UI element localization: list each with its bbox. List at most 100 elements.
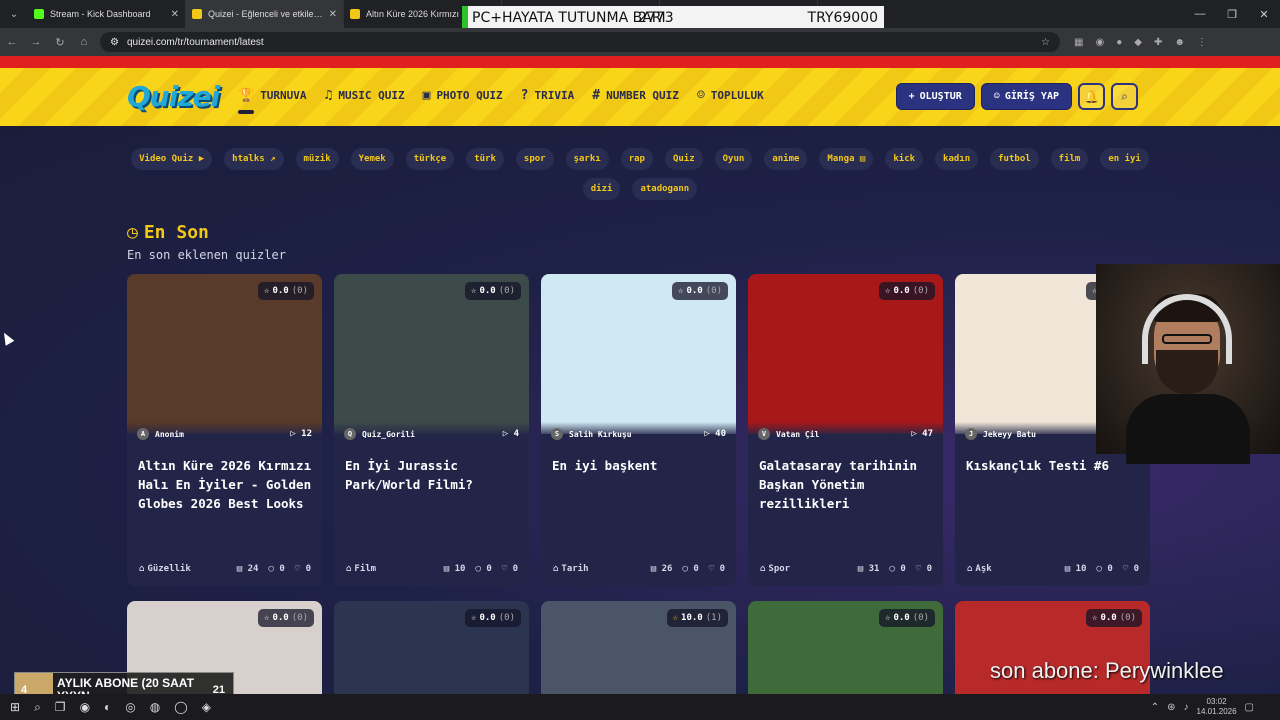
browser-tab[interactable]: Stream - Kick Dashboard ✕ [28, 0, 186, 28]
nav-item-number-quiz[interactable]: # NUMBER QUIZ [592, 88, 679, 103]
extension-icon[interactable]: ◆ [1134, 37, 1142, 48]
nav-item-photo-quiz[interactable]: ▣ PHOTO QUIZ [423, 88, 503, 103]
site-logo[interactable]: Quizei [127, 80, 220, 113]
minimize-icon[interactable]: — [1184, 8, 1216, 21]
search-icon[interactable]: ⌕ [1111, 83, 1138, 110]
tag-chip[interactable]: Manga ▤ [819, 148, 874, 170]
quiz-title[interactable]: Galatasaray tarihinin Başkan Yönetim rez… [759, 456, 937, 513]
nav-item-turnuva[interactable]: 🏆 TURNUVA [238, 88, 307, 114]
clock[interactable]: 03:02 14.01.2026 [1197, 697, 1237, 717]
quiz-title[interactable]: Altın Küre 2026 Kırmızı Halı En İyiler -… [138, 456, 316, 513]
category-label: ⌂ Aşk [967, 564, 992, 574]
author-name[interactable]: Jekeyy Batu [983, 430, 1036, 439]
author-name[interactable]: Quiz_Gorili [362, 430, 415, 439]
taskbar-apps: ⊞ ⌕ ❐ ◉ ◐ ◎ ◍ ◯ ◈ [10, 700, 211, 715]
tag-chip[interactable]: müzik [295, 148, 339, 170]
task-view-icon[interactable]: ❐ [55, 700, 66, 715]
notifications-bell-icon[interactable]: 🔔 [1078, 83, 1105, 110]
restore-icon[interactable]: ❐ [1216, 8, 1248, 21]
tab-close-icon[interactable]: ✕ [171, 9, 179, 20]
bookmark-star-icon[interactable]: ☆ [1041, 37, 1050, 48]
tag-chip[interactable]: Yemek [350, 148, 394, 170]
puzzle-icon[interactable]: ✚ [1154, 37, 1162, 48]
rating-count: (0) [705, 286, 722, 296]
close-window-icon[interactable]: ✕ [1248, 8, 1280, 21]
login-button[interactable]: ☺ GİRİŞ YAP [980, 83, 1072, 110]
avatar: S [551, 428, 563, 440]
home-icon[interactable]: ⌂ [72, 36, 96, 48]
tab-search-icon[interactable]: ⌄ [0, 0, 28, 28]
stream-donation-banner: PC+HAYATA TUTUNMA BARI 2773 TRY69000 [462, 6, 884, 30]
tag-chip[interactable]: htalks ↗ [224, 148, 284, 170]
notification-center-icon[interactable]: ▢ [1245, 702, 1254, 713]
profile-icon[interactable]: ☻ [1174, 37, 1185, 48]
avatar: V [758, 428, 770, 440]
author-name[interactable]: Vatan Çil [776, 430, 819, 439]
tag-chip[interactable]: Video Quiz ▶ [131, 148, 213, 170]
tag-chip[interactable]: Quiz [664, 148, 703, 170]
browser-tab[interactable]: Quizei - Eğlenceli ve etkileşimli ✕ [186, 0, 344, 28]
obs-app-icon[interactable]: ◯ [174, 700, 187, 715]
tag-chip[interactable]: film [1050, 148, 1089, 170]
quiz-card[interactable]: ☆ 0.0 (0) [334, 601, 529, 694]
quiz-card[interactable]: ☆ 0.0 (0) S Salih Kırkuşu ▷ 40 En iyi başkent ⌂… [541, 274, 736, 586]
back-icon[interactable]: ← [0, 36, 24, 48]
camera-icon: ▣ [422, 88, 431, 103]
site-info-icon[interactable]: ⚙ [110, 37, 119, 48]
tag-chip[interactable]: futbol [990, 148, 1039, 170]
quiz-title[interactable]: En İyi Jurassic Park/World Filmi? [345, 456, 523, 494]
extension-icon[interactable]: ◉ [1095, 37, 1104, 48]
quiz-card[interactable]: ☆ 0.0 (0) V Vatan Çil ▷ 47 Galatasaray tarihin… [748, 274, 943, 586]
create-button[interactable]: + OLUŞTUR [895, 83, 975, 110]
hash-icon: # [592, 88, 601, 103]
edge-app-icon[interactable]: ◐ [104, 700, 111, 715]
tag-chip[interactable]: rap [620, 148, 653, 170]
like-count[interactable]: ♡ 0 [502, 564, 518, 574]
nav-item-topluluk[interactable]: ☺ TOPLULUK [697, 88, 764, 103]
tag-chip[interactable]: şarkı [565, 148, 609, 170]
like-count[interactable]: ♡ 0 [1123, 564, 1139, 574]
quiz-card[interactable]: ☆ 0.0 (0) Q Quiz_Gorili ▷ 4 En İyi Jurassic Pa… [334, 274, 529, 586]
extension-icon[interactable]: ▦ [1074, 37, 1083, 48]
steam-app-icon[interactable]: ◈ [202, 700, 211, 715]
taskbar-search-icon[interactable]: ⌕ [34, 700, 41, 715]
nav-item-music-quiz[interactable]: ♫ MUSIC QUIZ [325, 88, 405, 103]
tag-chip[interactable]: atadogann [632, 178, 698, 200]
browser-app-icon[interactable]: ◉ [80, 700, 90, 715]
like-count[interactable]: ♡ 0 [709, 564, 725, 574]
tab-close-icon[interactable]: ✕ [329, 9, 337, 20]
address-bar[interactable]: ⚙ quizei.com/tr/tournament/latest ☆ [100, 32, 1060, 52]
tag-chip[interactable]: türk [466, 148, 504, 170]
tag-chip[interactable]: spor [515, 148, 554, 170]
quiz-card[interactable]: ☆ 10.0 (1) [541, 601, 736, 694]
tag-chip[interactable]: anime [764, 148, 808, 170]
extension-icon[interactable]: ● [1116, 37, 1122, 48]
forward-icon[interactable]: → [24, 36, 48, 48]
quiz-card[interactable]: ☆ 0.0 (0) [748, 601, 943, 694]
firefox-app-icon[interactable]: ◍ [150, 700, 160, 715]
category-label: ⌂ Film [346, 564, 376, 574]
heart-icon: ♡ [1122, 564, 1134, 574]
menu-dots-icon[interactable]: ⋮ [1197, 37, 1207, 48]
tray-up-icon[interactable]: ⌃ [1151, 702, 1159, 713]
author-name[interactable]: Anonim [155, 430, 184, 439]
tag-chip[interactable]: türkçe [405, 148, 455, 170]
tag-chip[interactable]: kadın [935, 148, 979, 170]
tag-chip[interactable]: kick [885, 148, 924, 170]
tag-chip[interactable]: Oyun [714, 148, 753, 170]
chrome-app-icon[interactable]: ◎ [125, 700, 135, 715]
like-count[interactable]: ♡ 0 [916, 564, 932, 574]
reload-icon[interactable]: ↻ [48, 36, 72, 49]
like-count[interactable]: ♡ 0 [295, 564, 311, 574]
author-name[interactable]: Salih Kırkuşu [569, 430, 632, 439]
tag-chip[interactable]: dizi [582, 178, 621, 200]
network-icon[interactable]: ⊛ [1167, 702, 1175, 713]
quiz-title[interactable]: Kıskançlık Testi #6 [966, 456, 1144, 475]
category-text: Aşk [975, 564, 992, 574]
tag-chip[interactable]: en iyi [1100, 148, 1149, 170]
quiz-title[interactable]: En iyi başkent [552, 456, 730, 475]
nav-item-trivia[interactable]: ? TRIVIA [521, 88, 575, 103]
volume-icon[interactable]: ♪ [1184, 702, 1189, 713]
windows-start-icon[interactable]: ⊞ [10, 700, 20, 715]
quiz-card[interactable]: ☆ 0.0 (0) A Anonim ▷ 12 Altın Küre 2026 Kırmız… [127, 274, 322, 586]
